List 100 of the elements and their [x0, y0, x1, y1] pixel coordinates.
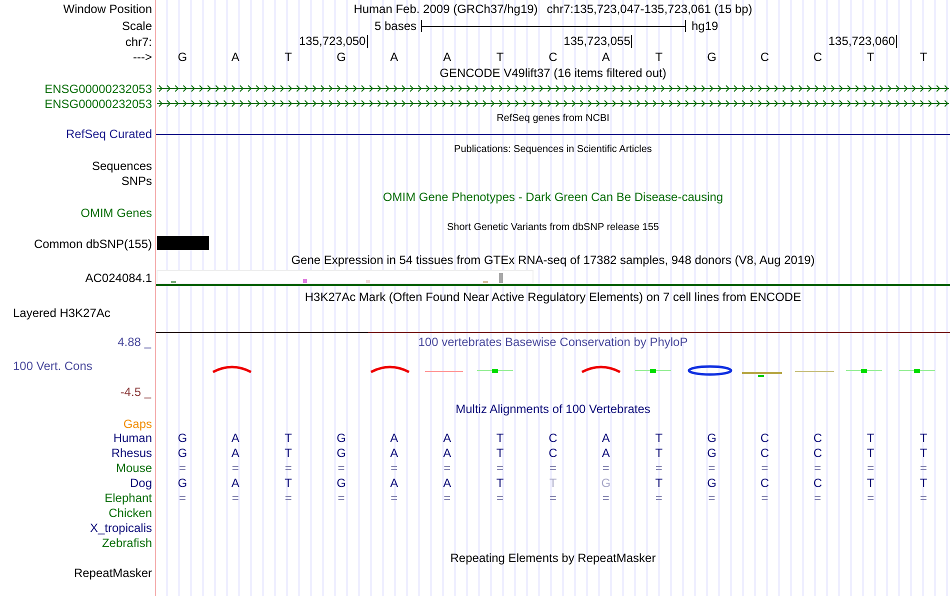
- track-label: Human: [113, 432, 152, 444]
- base-letter: T: [866, 50, 874, 62]
- track-title: H3K27Ac Mark (Often Found Near Active Regulatory Elements) on 7 cell lines from ENCODE: [304, 290, 802, 302]
- base-letter: C: [548, 432, 558, 444]
- base-letter: T: [284, 476, 292, 488]
- base-letter: T: [866, 446, 874, 458]
- track-label: Dog: [130, 476, 152, 488]
- base-letter: =: [920, 462, 928, 474]
- base-letter: T: [496, 476, 504, 488]
- base-letter: =: [496, 462, 504, 474]
- base-letter: A: [231, 50, 240, 62]
- track-label: Elephant: [104, 492, 152, 504]
- base-letter: T: [866, 476, 874, 488]
- base-letter: G: [336, 476, 346, 488]
- base-letter: G: [707, 476, 716, 488]
- base-letter: =: [655, 462, 662, 474]
- base-letter: G: [178, 476, 188, 488]
- base-letter: A: [390, 476, 398, 488]
- base-letter: G: [336, 446, 346, 458]
- base-letter: T: [496, 50, 504, 62]
- base-letter: =: [338, 462, 345, 474]
- base-letter: =: [549, 462, 556, 474]
- base-letter: T: [866, 432, 874, 444]
- base-letter: C: [760, 432, 770, 444]
- base-letter: =: [602, 492, 610, 504]
- base-letter: =: [338, 492, 345, 504]
- base-letter: A: [443, 50, 452, 62]
- base-letter: A: [390, 446, 398, 458]
- snp-feature: [157, 236, 209, 250]
- track-label: RefSeq Curated: [66, 128, 152, 140]
- track-label: Gaps: [123, 418, 152, 430]
- track-label: chr7:: [125, 36, 152, 48]
- base-letter: =: [232, 492, 239, 504]
- position-text: chr7:135,723,047-135,723,061 (15 bp): [546, 3, 752, 15]
- base-letter: G: [178, 446, 188, 458]
- base-letter: =: [390, 462, 398, 474]
- base-letter: T: [920, 476, 928, 488]
- track-title: GENCODE V49lift37 (16 items filtered out): [440, 66, 666, 78]
- base-letter: =: [496, 492, 504, 504]
- base-letter: A: [231, 476, 240, 488]
- track-label: Sequences: [92, 160, 152, 172]
- base-letter: G: [336, 50, 346, 62]
- track-title: Publications: Sequences in Scientific Articles: [454, 145, 652, 155]
- base-letter: =: [602, 462, 610, 474]
- track-label: 100 Vert. Cons: [13, 360, 92, 372]
- base-letter: =: [761, 492, 768, 504]
- base-letter: T: [655, 432, 663, 444]
- base-letter: T: [284, 50, 292, 62]
- track-title: OMIM Gene Phenotypes - Dark Green Can Be Disease-causing: [382, 191, 724, 203]
- base-letter: T: [496, 432, 504, 444]
- base-letter: C: [760, 50, 770, 62]
- base-letter: A: [602, 432, 610, 444]
- base-letter: G: [178, 432, 188, 444]
- scale-text: 5 bases: [374, 20, 418, 32]
- base-letter: C: [813, 50, 822, 62]
- base-letter: =: [178, 492, 186, 504]
- base-letter: A: [602, 50, 610, 62]
- base-letter: T: [655, 446, 663, 458]
- track-label: Scale: [122, 20, 152, 32]
- track-label: SNPs: [121, 174, 152, 186]
- track-label: --->: [133, 50, 152, 62]
- base-letter: =: [708, 492, 716, 504]
- track-label: Chicken: [108, 506, 152, 518]
- track-label: Mouse: [116, 462, 152, 474]
- base-letter: =: [444, 492, 451, 504]
- base-letter: A: [390, 432, 398, 444]
- ruler-label: 135,723,055: [564, 35, 632, 48]
- base-letter: G: [707, 446, 716, 458]
- track-label: Rhesus: [111, 446, 152, 458]
- base-letter: A: [443, 476, 452, 488]
- base-letter: =: [867, 492, 874, 504]
- base-letter: =: [867, 462, 874, 474]
- track-title: Gene Expression in 54 tissues from GTEx RNA-seq of 17382 samples, 948 donors (V8, Aug 2019): [291, 254, 815, 266]
- base-letter: =: [655, 492, 662, 504]
- base-letter: =: [708, 462, 716, 474]
- base-letter: C: [548, 50, 558, 62]
- ruler-label: 135,723,060: [828, 35, 898, 48]
- base-letter: =: [232, 462, 239, 474]
- base-letter: A: [390, 50, 398, 62]
- base-letter: A: [443, 432, 452, 444]
- track-title: 100 vertebrates Basewise Conservation by PhyloP: [418, 336, 688, 348]
- track-label: Window Position: [63, 3, 152, 15]
- base-letter: T: [655, 50, 663, 62]
- base-letter: G: [707, 50, 716, 62]
- base-letter: G: [336, 432, 346, 444]
- track-label: RepeatMasker: [74, 567, 152, 579]
- base-letter: A: [443, 446, 452, 458]
- base-letter: =: [549, 492, 556, 504]
- base-letter: C: [760, 476, 770, 488]
- base-letter: C: [813, 432, 822, 444]
- base-letter: T: [284, 446, 292, 458]
- ruler-label: 135,723,050: [299, 35, 368, 48]
- track-label: Layered H3K27Ac: [13, 307, 110, 319]
- track-label: AC024084.1: [85, 272, 152, 284]
- track-label: X_tropicalis: [90, 522, 152, 534]
- base-letter: =: [178, 462, 186, 474]
- base-letter: A: [231, 432, 240, 444]
- base-letter: T: [655, 476, 663, 488]
- track-title: Multiz Alignments of 100 Vertebrates: [456, 403, 650, 415]
- assembly-name: hg19: [690, 20, 720, 32]
